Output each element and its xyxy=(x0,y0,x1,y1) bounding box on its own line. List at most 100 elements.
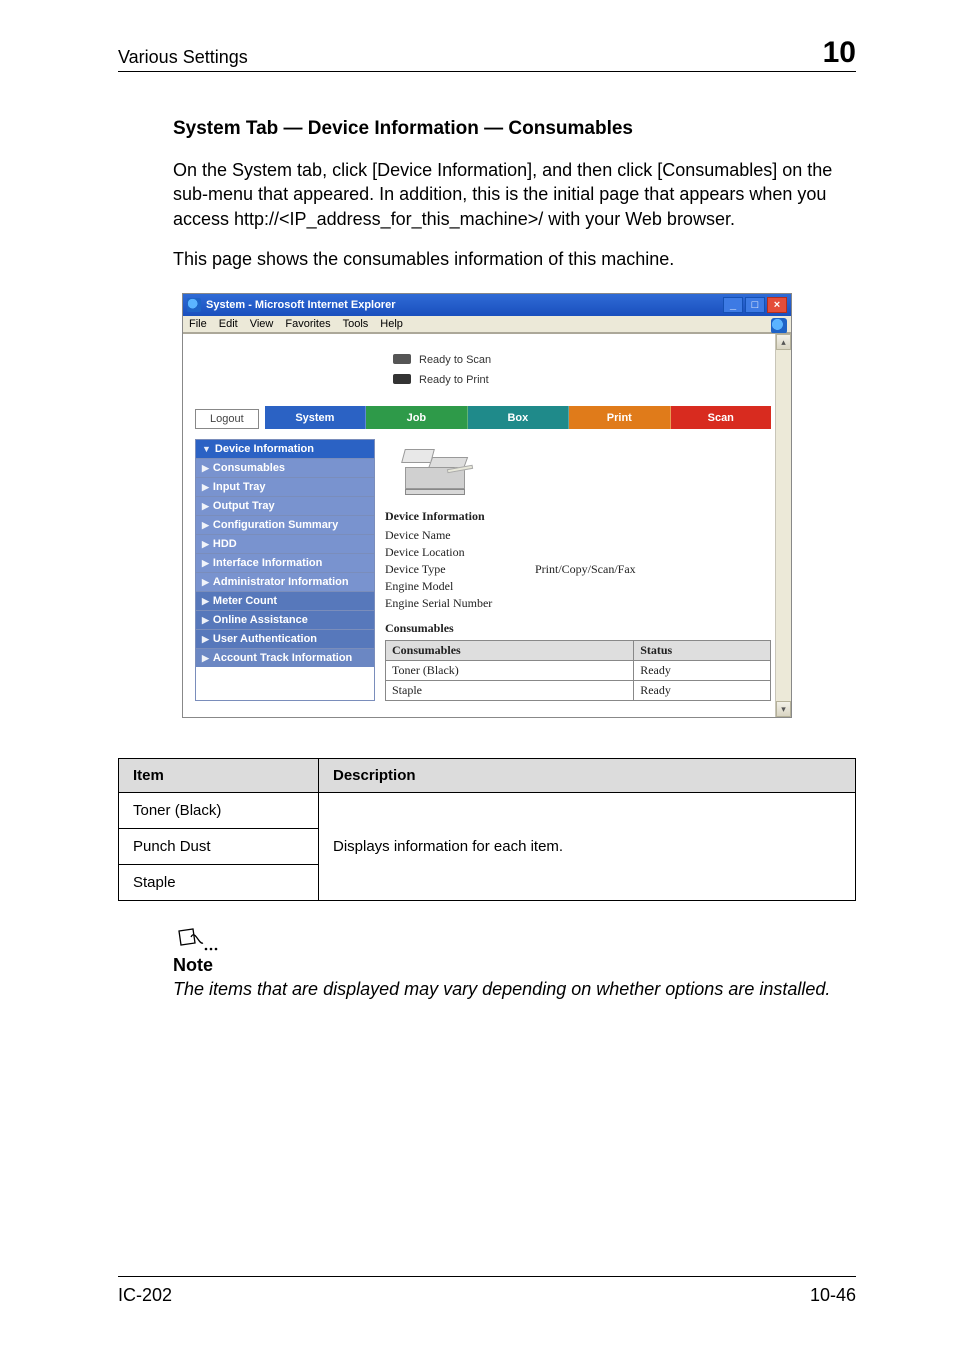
note-icon xyxy=(173,927,205,953)
triangle-right-icon: ▶ xyxy=(202,463,209,474)
window-titlebar[interactable]: System - Microsoft Internet Explorer _ □… xyxy=(183,294,791,316)
cell-status: Ready xyxy=(634,681,771,701)
scroll-down-arrow[interactable]: ▾ xyxy=(776,701,791,717)
menu-view[interactable]: View xyxy=(250,318,274,330)
table-row: Toner (Black) Ready xyxy=(386,661,771,681)
th-description: Description xyxy=(319,759,856,793)
section-heading: System Tab — Device Information — Consum… xyxy=(173,118,856,140)
minimize-button[interactable]: _ xyxy=(723,297,743,313)
device-info-heading: Device Information xyxy=(385,509,771,524)
tab-system[interactable]: System xyxy=(265,406,366,429)
sidebar-item-output-tray[interactable]: ▶ Output Tray xyxy=(196,497,374,516)
menu-favorites[interactable]: Favorites xyxy=(285,318,330,330)
sidebar-item-interface-info[interactable]: ▶ Interface Information xyxy=(196,554,374,573)
tab-box[interactable]: Box xyxy=(468,406,569,429)
consumables-col-status: Status xyxy=(634,641,771,661)
consumables-heading: Consumables xyxy=(385,621,771,636)
tab-print[interactable]: Print xyxy=(569,406,670,429)
sidebar-item-label: Administrator Information xyxy=(213,576,349,588)
consumables-col-name: Consumables xyxy=(386,641,634,661)
sidebar-item-input-tray[interactable]: ▶ Input Tray xyxy=(196,478,374,497)
sidebar-item-online-assist[interactable]: ▶ Online Assistance xyxy=(196,611,374,630)
tab-job[interactable]: Job xyxy=(366,406,467,429)
triangle-right-icon: ▶ xyxy=(202,501,209,512)
item-description-table: Item Description Toner (Black) Displays … xyxy=(118,758,856,901)
consumables-table: Consumables Status Toner (Black) Ready S… xyxy=(385,640,771,701)
menu-bar[interactable]: File Edit View Favorites Tools Help xyxy=(183,316,791,333)
engine-model-label: Engine Model xyxy=(385,579,535,594)
sidebar-item-label: Device Information xyxy=(215,443,314,455)
triangle-right-icon: ▶ xyxy=(202,482,209,493)
note-text: The items that are displayed may vary de… xyxy=(173,978,856,1001)
ie-logo-icon xyxy=(771,318,787,334)
note-label: Note xyxy=(173,955,856,976)
device-illustration xyxy=(395,439,485,499)
sidebar-item-user-auth[interactable]: ▶ User Authentication xyxy=(196,630,374,649)
triangle-right-icon: ▶ xyxy=(202,539,209,550)
sidebar-item-meter-count[interactable]: ▶ Meter Count xyxy=(196,592,374,611)
table-row: Staple Ready xyxy=(386,681,771,701)
maximize-button[interactable]: □ xyxy=(745,297,765,313)
td-item: Staple xyxy=(119,865,319,901)
device-type-value: Print/Copy/Scan/Fax xyxy=(535,562,636,577)
sidebar-item-consumables[interactable]: ▶ Consumables xyxy=(196,459,374,478)
cell-name: Toner (Black) xyxy=(386,661,634,681)
triangle-right-icon: ▶ xyxy=(202,634,209,645)
th-item: Item xyxy=(119,759,319,793)
sidebar-item-config-summary[interactable]: ▶ Configuration Summary xyxy=(196,516,374,535)
sidebar-item-label: Input Tray xyxy=(213,481,266,493)
sidebar-item-label: Online Assistance xyxy=(213,614,308,626)
chapter-number: 10 xyxy=(823,38,856,68)
tab-scan[interactable]: Scan xyxy=(671,406,771,429)
browser-content: ▴ ▾ Ready to Scan Ready to Print Logout … xyxy=(183,333,791,717)
sidebar-item-hdd[interactable]: ▶ HDD xyxy=(196,535,374,554)
sidebar-item-label: HDD xyxy=(213,538,237,550)
cell-name: Staple xyxy=(386,681,634,701)
sidebar-item-device-info[interactable]: ▼ Device Information xyxy=(196,440,374,459)
sidebar-item-admin-info[interactable]: ▶ Administrator Information xyxy=(196,573,374,592)
cell-status: Ready xyxy=(634,661,771,681)
scanner-status-icon xyxy=(391,352,413,368)
body-paragraph-2: This page shows the consumables informat… xyxy=(173,247,856,271)
triangle-right-icon: ▶ xyxy=(202,558,209,569)
sidebar-item-label: Account Track Information xyxy=(213,652,352,664)
menu-file[interactable]: File xyxy=(189,318,207,330)
sidebar-item-label: Output Tray xyxy=(213,500,275,512)
engine-serial-label: Engine Serial Number xyxy=(385,596,535,611)
printer-status-icon xyxy=(391,372,413,388)
triangle-right-icon: ▶ xyxy=(202,596,209,607)
menu-edit[interactable]: Edit xyxy=(219,318,238,330)
status-scan-label: Ready to Scan xyxy=(419,354,491,366)
device-location-label: Device Location xyxy=(385,545,535,560)
triangle-down-icon: ▼ xyxy=(202,444,211,454)
device-name-label: Device Name xyxy=(385,528,535,543)
side-nav: ▼ Device Information ▶ Consumables ▶ Input … xyxy=(195,439,375,701)
sidebar-item-label: Interface Information xyxy=(213,557,322,569)
sidebar-item-account-track[interactable]: ▶ Account Track Information xyxy=(196,649,374,667)
footer-page: 10-46 xyxy=(810,1285,856,1306)
triangle-right-icon: ▶ xyxy=(202,615,209,626)
sidebar-item-label: User Authentication xyxy=(213,633,317,645)
window-title: System - Microsoft Internet Explorer xyxy=(206,299,396,311)
device-type-label: Device Type xyxy=(385,562,535,577)
status-print-label: Ready to Print xyxy=(419,374,489,386)
sidebar-item-label: Consumables xyxy=(213,462,285,474)
menu-help[interactable]: Help xyxy=(380,318,403,330)
td-item: Punch Dust xyxy=(119,829,319,865)
screenshot-browser-window: System - Microsoft Internet Explorer _ □… xyxy=(182,293,792,718)
triangle-right-icon: ▶ xyxy=(202,653,209,664)
vertical-scrollbar[interactable]: ▴ ▾ xyxy=(775,334,791,717)
scroll-up-arrow[interactable]: ▴ xyxy=(776,334,791,350)
triangle-right-icon: ▶ xyxy=(202,577,209,588)
triangle-right-icon: ▶ xyxy=(202,520,209,531)
td-item: Toner (Black) xyxy=(119,793,319,829)
logout-button[interactable]: Logout xyxy=(195,409,259,429)
sidebar-item-label: Configuration Summary xyxy=(213,519,338,531)
td-description: Displays information for each item. xyxy=(319,793,856,901)
footer-model: IC-202 xyxy=(118,1285,172,1306)
menu-tools[interactable]: Tools xyxy=(343,318,369,330)
ie-icon xyxy=(187,298,201,312)
sidebar-item-label: Meter Count xyxy=(213,595,277,607)
body-paragraph-1: On the System tab, click [Device Informa… xyxy=(173,158,856,231)
close-button[interactable]: × xyxy=(767,297,787,313)
